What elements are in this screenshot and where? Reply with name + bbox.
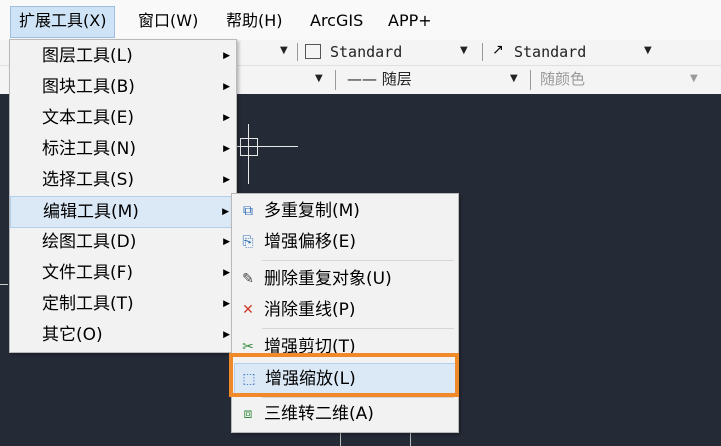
dropdown-arrow-icon[interactable]: ▼ — [644, 45, 652, 56]
3d-to-2d-icon: ⧈ — [243, 406, 253, 422]
dropdown-arrow-icon[interactable]: ▼ — [280, 45, 288, 56]
pickbox-icon — [240, 138, 258, 156]
menu-separator — [262, 397, 454, 398]
menu-item-label: 绘图工具(D) — [42, 232, 137, 252]
color-combo[interactable]: 随颜色 — [540, 69, 585, 89]
multi-copy-icon: ⧉ — [243, 203, 253, 219]
menu-item-dimension-tools[interactable]: 标注工具(N) ▶ — [10, 134, 236, 164]
menu-item-label: 增强偏移(E) — [264, 232, 357, 252]
menu-item-delete-duplicates[interactable]: ✎ 删除重复对象(U) — [232, 264, 458, 294]
edit-tools-submenu: ⧉ 多重复制(M) ⎘ 增强偏移(E) ✎ 删除重复对象(U) ✕ 消除重线(P… — [231, 193, 459, 433]
menu-item-block-tools[interactable]: 图块工具(B) ▶ — [10, 72, 236, 102]
menu-item-label: 定制工具(T) — [42, 294, 134, 314]
submenu-arrow-icon: ▶ — [223, 144, 230, 154]
offset-icon: ⎘ — [242, 234, 254, 250]
menu-item-label: 消除重线(P) — [264, 300, 356, 320]
dropdown-arrow-icon[interactable]: ▼ — [315, 73, 323, 84]
dropdown-arrow-icon[interactable]: ▼ — [510, 73, 518, 84]
menu-item-label: 选择工具(S) — [42, 170, 135, 190]
table-style-icon — [305, 44, 321, 59]
brush-icon: ✎ — [242, 271, 254, 287]
menu-window[interactable]: 窗口(W) — [130, 6, 206, 36]
menu-item-text-tools[interactable]: 文本工具(E) ▶ — [10, 103, 236, 133]
submenu-arrow-icon: ▶ — [223, 237, 230, 247]
linetype-combo[interactable]: —— 随层 — [347, 69, 412, 89]
menu-item-label: 三维转二维(A) — [264, 404, 374, 424]
menu-separator — [262, 260, 454, 261]
menu-separator — [262, 328, 454, 329]
submenu-arrow-icon: ▶ — [223, 51, 230, 61]
menu-item-remove-overlap[interactable]: ✕ 消除重线(P) — [232, 295, 458, 325]
menu-bar: 扩展工具(X) 窗口(W) 帮助(H) ArcGIS APP+ — [0, 0, 721, 40]
submenu-arrow-icon: ▶ — [223, 82, 230, 92]
menu-app-plus[interactable]: APP+ — [380, 6, 440, 36]
menu-item-label: 标注工具(N) — [42, 139, 136, 159]
menu-item-enhanced-offset[interactable]: ⎘ 增强偏移(E) — [232, 227, 458, 257]
menu-item-label: 图块工具(B) — [42, 77, 135, 97]
table-style-combo[interactable]: Standard — [330, 42, 402, 62]
menu-item-file-tools[interactable]: 文件工具(F) ▶ — [10, 258, 236, 288]
menu-item-multi-copy[interactable]: ⧉ 多重复制(M) — [232, 196, 458, 226]
submenu-arrow-icon: ▶ — [222, 207, 229, 217]
menu-item-label: 文本工具(E) — [42, 108, 135, 128]
submenu-arrow-icon: ▶ — [223, 268, 230, 278]
drawing-line — [0, 284, 8, 285]
highlight-annotation-box — [229, 353, 459, 397]
menu-help[interactable]: 帮助(H) — [218, 6, 291, 36]
dropdown-arrow-icon[interactable]: ▼ — [460, 45, 468, 56]
toolbar-separator — [335, 70, 336, 90]
menu-item-3d-to-2d[interactable]: ⧈ 三维转二维(A) — [232, 399, 458, 429]
menu-item-label: 编辑工具(M) — [43, 202, 139, 222]
toolbar-separator — [482, 43, 483, 61]
menu-item-label: 图层工具(L) — [42, 46, 133, 66]
submenu-arrow-icon: ▶ — [223, 175, 230, 185]
dropdown-arrow-icon[interactable]: ▼ — [690, 73, 698, 84]
menu-item-edit-tools[interactable]: 编辑工具(M) ▶ — [10, 196, 236, 228]
menu-item-select-tools[interactable]: 选择工具(S) ▶ — [10, 165, 236, 195]
submenu-arrow-icon: ▶ — [223, 299, 230, 309]
menu-item-custom-tools[interactable]: 定制工具(T) ▶ — [10, 289, 236, 319]
menu-item-label: 文件工具(F) — [42, 263, 134, 283]
menu-item-label: 多重复制(M) — [264, 201, 360, 221]
multileader-style-combo[interactable]: Standard — [514, 42, 586, 62]
toolbar-separator — [530, 70, 531, 90]
menu-item-layer-tools[interactable]: 图层工具(L) ▶ — [10, 41, 236, 71]
toolbar-separator — [297, 43, 298, 61]
submenu-arrow-icon: ▶ — [223, 113, 230, 123]
multileader-style-icon: ↗ — [492, 42, 504, 58]
x-icon: ✕ — [242, 302, 254, 318]
menu-item-label: 删除重复对象(U) — [264, 269, 392, 289]
menu-arcgis[interactable]: ArcGIS — [302, 6, 371, 36]
menu-item-draw-tools[interactable]: 绘图工具(D) ▶ — [10, 227, 236, 257]
menu-item-other[interactable]: 其它(O) ▶ — [10, 320, 236, 350]
menu-extension-tools[interactable]: 扩展工具(X) — [10, 6, 116, 38]
extension-tools-menu: 图层工具(L) ▶ 图块工具(B) ▶ 文本工具(E) ▶ 标注工具(N) ▶ … — [9, 39, 237, 353]
menu-item-label: 其它(O) — [42, 325, 103, 345]
submenu-arrow-icon: ▶ — [223, 330, 230, 340]
